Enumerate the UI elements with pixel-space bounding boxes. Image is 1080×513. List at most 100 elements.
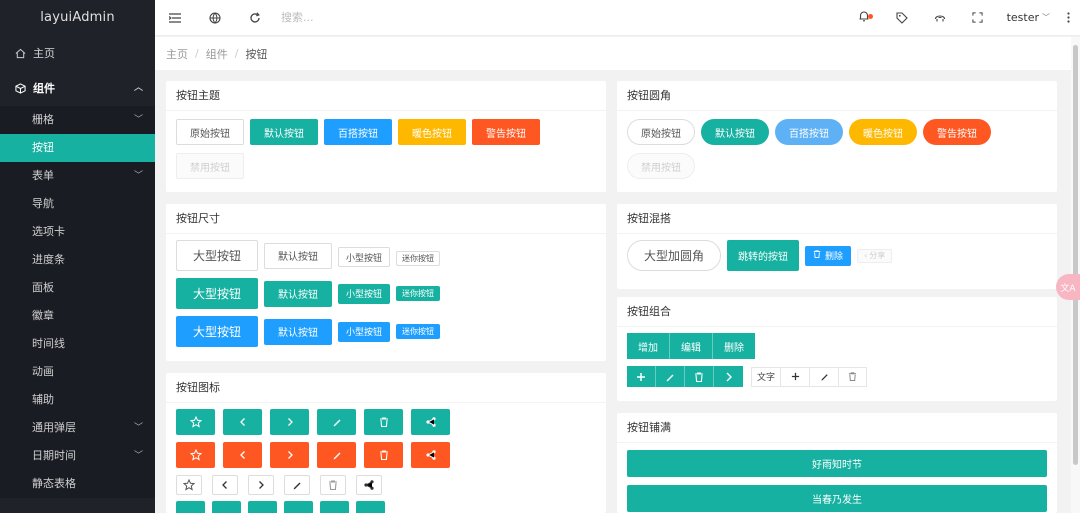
- note-icon[interactable]: [921, 0, 959, 36]
- edit-icon[interactable]: [656, 366, 685, 387]
- share-icon[interactable]: [356, 501, 385, 513]
- sidebar-item-form[interactable]: 表单 ﹀: [0, 162, 155, 190]
- large-button[interactable]: 大型按钮: [176, 240, 259, 271]
- normal-button[interactable]: 百搭按钮: [324, 119, 392, 145]
- default-radius-button[interactable]: 默认按钮: [701, 119, 769, 145]
- trash-icon[interactable]: [320, 501, 349, 513]
- chevron-left-icon[interactable]: [212, 501, 241, 513]
- link-button[interactable]: 跳转的按钮: [727, 240, 800, 271]
- sidebar-item-home[interactable]: 主页: [0, 36, 155, 71]
- chevron-left-icon[interactable]: [223, 409, 262, 435]
- primary-radius-button[interactable]: 原始按钮: [627, 119, 695, 145]
- normal-radius-button[interactable]: 百搭按钮: [775, 119, 843, 145]
- sidebar-item-label: 导航: [32, 197, 54, 210]
- translate-float-icon[interactable]: 文A: [1056, 274, 1080, 300]
- edit-icon[interactable]: [284, 501, 313, 513]
- notice-button[interactable]: [845, 0, 883, 36]
- trash-icon[interactable]: [838, 366, 867, 387]
- fullscreen-icon[interactable]: [959, 0, 997, 36]
- star-icon[interactable]: [176, 475, 202, 495]
- star-icon[interactable]: [176, 442, 215, 468]
- sidebar-item-button[interactable]: 按钮: [0, 134, 155, 162]
- add-icon[interactable]: [780, 366, 809, 387]
- sidebar-item-anim[interactable]: 动画: [0, 358, 155, 386]
- website-icon[interactable]: [195, 0, 235, 36]
- chevron-right-icon[interactable]: [270, 409, 309, 435]
- fluid-button[interactable]: 当春乃发生: [627, 485, 1047, 512]
- edit-icon[interactable]: [317, 409, 356, 435]
- large-button[interactable]: 大型按钮: [176, 316, 259, 347]
- breadcrumb-components[interactable]: 组件: [206, 46, 228, 62]
- sidebar-item-table-static[interactable]: 静态表格: [0, 470, 155, 498]
- sidebar-item-components[interactable]: 组件 ︿: [0, 71, 155, 106]
- add-button[interactable]: 增加: [627, 333, 670, 359]
- chevron-left-icon[interactable]: [212, 475, 238, 495]
- sidebar-item-timeline[interactable]: 时间线: [0, 330, 155, 358]
- app-logo[interactable]: layuiAdmin: [0, 0, 155, 36]
- small-button[interactable]: 小型按钮: [338, 283, 391, 304]
- text-button[interactable]: 文字: [751, 366, 780, 387]
- small-button[interactable]: 小型按钮: [338, 247, 391, 267]
- chevron-right-icon[interactable]: [714, 366, 743, 387]
- danger-button[interactable]: 警告按钮: [472, 119, 540, 145]
- large-button[interactable]: 大型按钮: [176, 278, 259, 309]
- warm-radius-button[interactable]: 暖色按钮: [849, 119, 917, 145]
- sidebar-item-auxiliar[interactable]: 辅助: [0, 386, 155, 414]
- chevron-right-icon[interactable]: [248, 501, 277, 513]
- trash-icon[interactable]: [364, 409, 403, 435]
- star-icon[interactable]: [176, 409, 215, 435]
- user-menu[interactable]: tester ﹀: [997, 11, 1056, 24]
- chevron-left-icon[interactable]: [223, 442, 262, 468]
- sidebar-item-nav[interactable]: 导航: [0, 190, 155, 218]
- sidebar-item-tabs[interactable]: 选项卡: [0, 218, 155, 246]
- more-icon[interactable]: [1056, 0, 1080, 36]
- fluid-button[interactable]: 好雨知时节: [627, 450, 1047, 477]
- refresh-icon[interactable]: [235, 0, 275, 36]
- share-icon[interactable]: [356, 475, 382, 495]
- sidebar-item-badge[interactable]: 徽章: [0, 302, 155, 330]
- mini-button[interactable]: 迷你按钮: [396, 286, 441, 301]
- edit-icon[interactable]: [317, 442, 356, 468]
- trash-icon[interactable]: [320, 475, 346, 495]
- sidebar-item-grid[interactable]: 栅格 ﹀: [0, 106, 155, 134]
- trash-icon[interactable]: [685, 366, 714, 387]
- sidebar-item-label: 主页: [33, 47, 55, 60]
- edit-icon[interactable]: [284, 475, 310, 495]
- sidebar-item-laydate[interactable]: 日期时间 ﹀: [0, 442, 155, 470]
- delete-button[interactable]: 删除: [805, 245, 852, 266]
- theme-tag-icon[interactable]: [883, 0, 921, 36]
- sidebar-item-label: 辅助: [32, 393, 54, 406]
- chevron-right-icon[interactable]: [270, 442, 309, 468]
- search-input[interactable]: [281, 5, 481, 30]
- card-button-theme: 按钮主题 原始按钮 默认按钮 百搭按钮 暖色按钮 警告按钮 禁用按钮: [166, 81, 606, 192]
- mini-button[interactable]: 迷你按钮: [396, 324, 441, 339]
- trash-icon[interactable]: [364, 442, 403, 468]
- share-icon: ‹: [864, 251, 868, 260]
- sidebar-item-label: 日期时间: [32, 449, 76, 462]
- chevron-right-icon[interactable]: [248, 475, 274, 495]
- menu-fold-icon[interactable]: [155, 0, 195, 36]
- default-button[interactable]: 默认按钮: [250, 119, 318, 145]
- share-icon[interactable]: [411, 442, 450, 468]
- delete-button[interactable]: 删除: [713, 333, 755, 359]
- primary-button[interactable]: 原始按钮: [176, 119, 244, 145]
- default-size-button[interactable]: 默认按钮: [264, 318, 333, 345]
- warm-button[interactable]: 暖色按钮: [398, 119, 466, 145]
- large-radius-button[interactable]: 大型加圆角: [627, 240, 722, 271]
- sidebar-item-panel[interactable]: 面板: [0, 274, 155, 302]
- small-button[interactable]: 小型按钮: [338, 321, 391, 342]
- card-body: 原始按钮 默认按钮 百搭按钮 暖色按钮 警告按钮 禁用按钮: [617, 111, 1057, 195]
- edit-icon[interactable]: [809, 366, 838, 387]
- scrollbar-thumb[interactable]: [1073, 45, 1078, 465]
- sidebar-item-progress[interactable]: 进度条: [0, 246, 155, 274]
- star-icon[interactable]: [176, 501, 205, 513]
- share-icon[interactable]: [411, 409, 450, 435]
- mini-button[interactable]: 迷你按钮: [396, 250, 441, 266]
- default-size-button[interactable]: 默认按钮: [264, 280, 333, 307]
- edit-button[interactable]: 编辑: [670, 333, 713, 359]
- default-size-button[interactable]: 默认按钮: [264, 242, 333, 269]
- danger-radius-button[interactable]: 警告按钮: [923, 119, 991, 145]
- sidebar-item-layer[interactable]: 通用弹层 ﹀: [0, 414, 155, 442]
- add-icon[interactable]: [627, 366, 656, 387]
- breadcrumb-home[interactable]: 主页: [166, 46, 188, 62]
